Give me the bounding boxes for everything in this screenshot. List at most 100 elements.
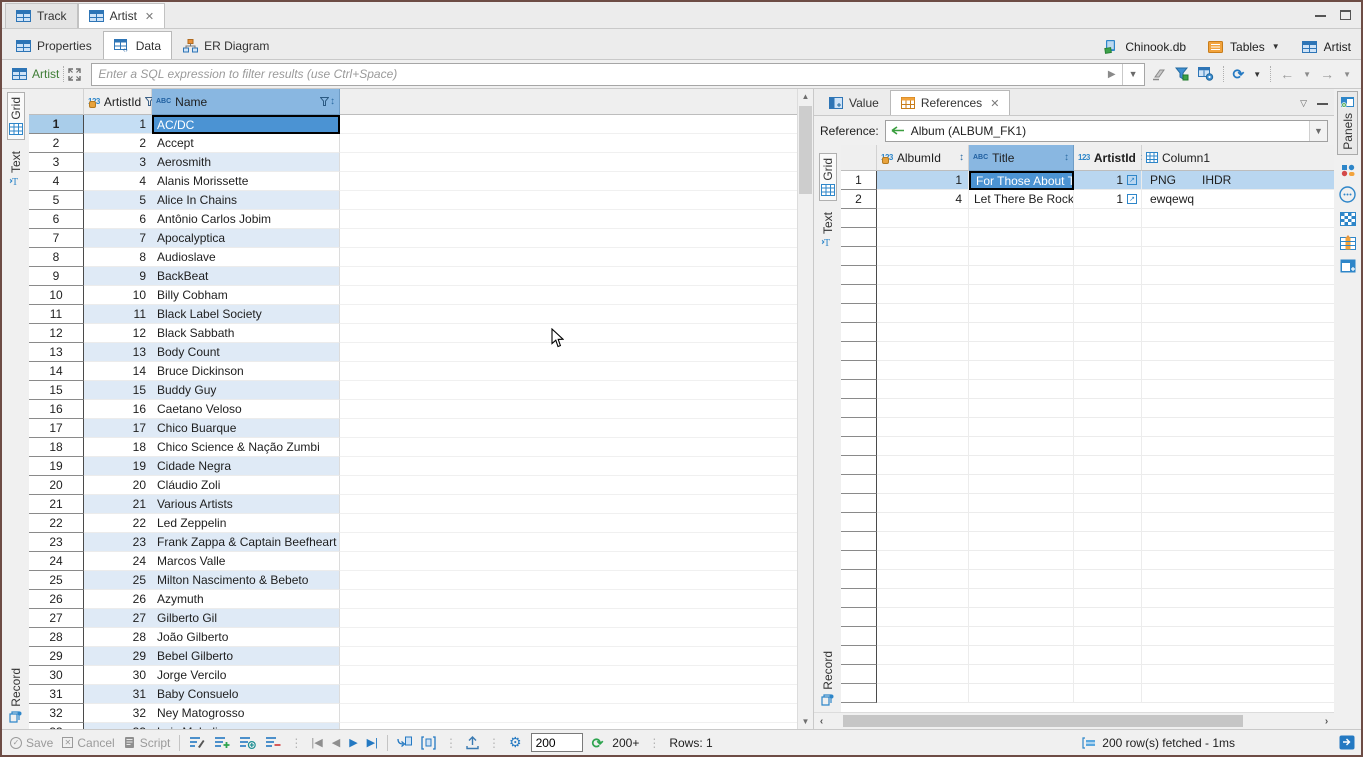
tab-references[interactable]: References ✕ xyxy=(890,90,1011,115)
rp-horizontal-scrollbar[interactable]: ‹ › xyxy=(814,712,1334,729)
cell-name[interactable]: AC/DC xyxy=(152,115,340,134)
cell-artistid[interactable]: 12 xyxy=(84,324,152,343)
row-header[interactable]: 1 xyxy=(841,171,877,190)
row-header[interactable]: 17 xyxy=(29,419,84,438)
cell-artistid[interactable]: 10 xyxy=(84,286,152,305)
cancel-button[interactable]: ✕ Cancel xyxy=(62,736,114,750)
scrollbar-thumb[interactable] xyxy=(843,715,1243,727)
cell-name[interactable]: João Gilberto xyxy=(152,628,340,647)
cell-artistid[interactable]: 32 xyxy=(84,704,152,723)
row-header[interactable]: 15 xyxy=(29,381,84,400)
row-header[interactable]: 24 xyxy=(29,552,84,571)
maximize-icon[interactable] xyxy=(1340,10,1351,20)
row-header[interactable]: 33 xyxy=(29,723,84,729)
cell-artistid[interactable]: 3 xyxy=(84,153,152,172)
cell-column1[interactable]: PNGIHDR xyxy=(1142,171,1334,190)
row-header[interactable]: 8 xyxy=(29,248,84,267)
fetch-more-label[interactable]: 200+ xyxy=(612,736,639,750)
cell-artistid[interactable]: 5 xyxy=(84,191,152,210)
cell-artistid[interactable]: 15 xyxy=(84,381,152,400)
cell-artistid[interactable]: 23 xyxy=(84,533,152,552)
cell-title[interactable]: For Those About To Rock W xyxy=(969,171,1074,190)
cell-artistid[interactable]: 13 xyxy=(84,343,152,362)
edit-cell-icon[interactable] xyxy=(189,736,205,749)
vertical-scrollbar[interactable]: ▲ ▼ xyxy=(797,89,813,729)
cell-name[interactable]: Milton Nascimento & Bebeto xyxy=(152,571,340,590)
row-header[interactable]: 25 xyxy=(29,571,84,590)
row-header[interactable]: 21 xyxy=(29,495,84,514)
cell-artistid[interactable]: 24 xyxy=(84,552,152,571)
back-menu-icon[interactable]: ▼ xyxy=(1303,70,1311,79)
chevron-down-icon[interactable]: ▼ xyxy=(1272,42,1280,51)
open-reference-icon[interactable]: ↗ xyxy=(1127,175,1137,185)
cell-name[interactable]: Billy Cobham xyxy=(152,286,340,305)
tab-text-view[interactable]: Text T xyxy=(7,146,25,192)
rp-tab-text-view[interactable]: Text T xyxy=(819,207,837,253)
cell-name[interactable]: Chico Buarque xyxy=(152,419,340,438)
cell-artistid[interactable]: 20 xyxy=(84,476,152,495)
add-row-icon[interactable] xyxy=(214,736,230,749)
refresh-fetch-icon[interactable]: ⟳ xyxy=(592,736,604,750)
cell-name[interactable]: Gilberto Gil xyxy=(152,609,340,628)
sort-icon[interactable]: ↕ xyxy=(959,152,964,163)
close-icon[interactable]: ✕ xyxy=(990,97,999,110)
refresh-menu-icon[interactable]: ▼ xyxy=(1253,70,1261,79)
cell-artistid[interactable]: 25 xyxy=(84,571,152,590)
row-header[interactable]: 1 xyxy=(29,115,84,134)
row-header[interactable]: 2 xyxy=(29,134,84,153)
expand-icon[interactable] xyxy=(68,68,81,81)
row-header[interactable]: 29 xyxy=(29,647,84,666)
combo-chevron-icon[interactable]: ▼ xyxy=(1309,121,1327,141)
cell-name[interactable]: Luiz Melodia xyxy=(152,723,340,729)
row-header[interactable]: 12 xyxy=(29,324,84,343)
row-header[interactable]: 16 xyxy=(29,400,84,419)
apply-filter-icon[interactable]: ▶ xyxy=(1102,69,1122,80)
open-reference-icon[interactable]: ↗ xyxy=(1127,194,1137,204)
scroll-down-icon[interactable]: ▼ xyxy=(798,714,813,729)
eraser-icon[interactable] xyxy=(1151,68,1166,81)
cell-artistid-fk[interactable]: 1↗ xyxy=(1074,171,1142,190)
cell-name[interactable]: Antônio Carlos Jobim xyxy=(152,210,340,229)
row-header[interactable]: 11 xyxy=(29,305,84,324)
minimize-icon[interactable] xyxy=(1315,14,1326,17)
cell-name[interactable]: BackBeat xyxy=(152,267,340,286)
cell-name[interactable]: Frank Zappa & Captain Beefheart xyxy=(152,533,340,552)
grid-settings-icon[interactable] xyxy=(1198,67,1214,81)
tab-properties[interactable]: Properties xyxy=(5,31,103,59)
record-mode-toggle[interactable]: Record xyxy=(9,668,23,729)
cell-artistid[interactable]: 31 xyxy=(84,685,152,704)
row-header[interactable]: 22 xyxy=(29,514,84,533)
cell-artistid[interactable]: 27 xyxy=(84,609,152,628)
cell-artistid[interactable]: 21 xyxy=(84,495,152,514)
settings-gear-icon[interactable]: ⚙ xyxy=(509,734,522,751)
column-header-artistid-fk[interactable]: 123 ArtistId ↕ xyxy=(1074,145,1142,171)
row-header[interactable]: 23 xyxy=(29,533,84,552)
cell-name[interactable]: Various Artists xyxy=(152,495,340,514)
forward-menu-icon[interactable]: ▼ xyxy=(1343,70,1351,79)
filter-icon[interactable] xyxy=(1175,67,1189,81)
row-header[interactable]: 30 xyxy=(29,666,84,685)
cell-name[interactable]: Buddy Guy xyxy=(152,381,340,400)
fetch-next-page-icon[interactable] xyxy=(397,736,412,750)
cell-name[interactable]: Body Count xyxy=(152,343,340,362)
row-header[interactable]: 20 xyxy=(29,476,84,495)
cell-artistid[interactable]: 28 xyxy=(84,628,152,647)
fetch-size-input[interactable] xyxy=(531,733,583,752)
cell-name[interactable]: Accept xyxy=(152,134,340,153)
cell-artistid[interactable]: 18 xyxy=(84,438,152,457)
tab-value[interactable]: Value xyxy=(818,90,890,115)
column-header-column1[interactable]: Column1 xyxy=(1142,145,1334,171)
cell-name[interactable]: Baby Consuelo xyxy=(152,685,340,704)
tables-node-label[interactable]: Tables xyxy=(1230,40,1265,54)
cell-artistid[interactable]: 33 xyxy=(84,723,152,729)
duplicate-row-icon[interactable] xyxy=(239,736,256,749)
column-header-albumid[interactable]: 123 AlbumId ↕ xyxy=(877,145,969,171)
cell-name[interactable]: Led Zeppelin xyxy=(152,514,340,533)
cell-artistid[interactable]: 1 xyxy=(84,115,152,134)
rp-record-mode-toggle[interactable]: Record xyxy=(821,651,835,712)
view-menu-icon[interactable]: ▽ xyxy=(1300,98,1307,109)
filter-input[interactable] xyxy=(92,64,1102,85)
row-header[interactable]: 19 xyxy=(29,457,84,476)
first-row-icon[interactable]: |◀ xyxy=(311,736,322,749)
row-header[interactable]: 31 xyxy=(29,685,84,704)
